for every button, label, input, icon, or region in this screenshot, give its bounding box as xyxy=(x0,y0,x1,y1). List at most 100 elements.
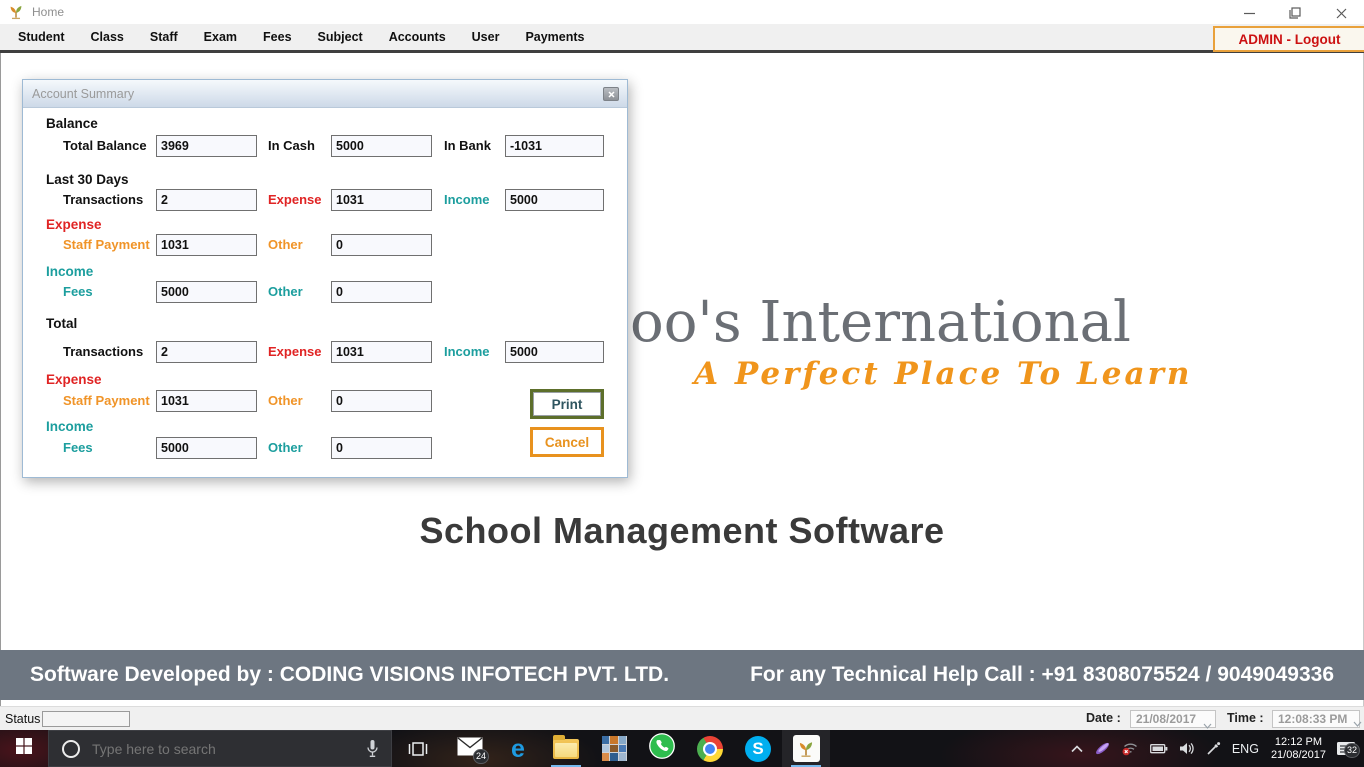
window-title: Home xyxy=(32,5,65,19)
last30-income-label: Income xyxy=(444,192,490,207)
in-bank-input[interactable] xyxy=(505,135,604,157)
windows-logo-icon xyxy=(16,738,32,759)
clock-time: 12:12 PM xyxy=(1274,735,1323,748)
dialog-title: Account Summary xyxy=(32,87,135,101)
mail-badge: 24 xyxy=(472,749,489,764)
task-view-icon[interactable] xyxy=(398,730,438,767)
pen-icon[interactable] xyxy=(1206,741,1221,756)
last30-income-input[interactable] xyxy=(505,189,604,211)
print-button[interactable]: Print xyxy=(530,389,604,419)
photos-icon xyxy=(601,736,627,761)
whatsapp-app[interactable] xyxy=(638,730,686,767)
menu-user[interactable]: User xyxy=(472,30,500,44)
in-cash-input[interactable] xyxy=(331,135,432,157)
in-cash-label: In Cash xyxy=(268,138,315,153)
maximize-icon[interactable] xyxy=(1272,0,1318,26)
window-titlebar[interactable]: Home xyxy=(0,0,1364,24)
app-logo-icon xyxy=(8,4,24,20)
windows-taskbar: 24 e xyxy=(0,730,1364,767)
language-indicator[interactable]: ENG xyxy=(1232,742,1259,756)
total-income-input[interactable] xyxy=(505,341,604,363)
total-expense-label: Expense xyxy=(268,344,322,359)
volume-icon[interactable] xyxy=(1179,742,1195,755)
footer-banner: Software Developed by : CODING VISIONS I… xyxy=(0,650,1364,700)
cancel-button[interactable]: Cancel xyxy=(530,427,604,457)
menu-class[interactable]: Class xyxy=(91,30,124,44)
total-transactions-input[interactable] xyxy=(156,341,257,363)
window-controls xyxy=(1226,0,1364,26)
network-disconnected-icon[interactable] xyxy=(1122,741,1139,756)
menu-staff[interactable]: Staff xyxy=(150,30,178,44)
taskbar-clock[interactable]: 12:12 PM 21/08/2017 xyxy=(1271,736,1326,762)
status-bar: Status Date : 21/08/2017 Time : 12:08:33… xyxy=(0,706,1364,730)
whatsapp-icon xyxy=(649,733,675,764)
time-label: Time : xyxy=(1227,711,1264,725)
total-income-other-label: Other xyxy=(268,440,303,455)
search-input[interactable] xyxy=(90,739,330,758)
total-staff-payment-label: Staff Payment xyxy=(63,393,150,408)
folder-icon xyxy=(553,734,579,759)
admin-logout-button[interactable]: ADMIN - Logout xyxy=(1213,26,1364,52)
edge-icon: e xyxy=(511,734,525,763)
in-bank-label: In Bank xyxy=(444,138,491,153)
menu-subject[interactable]: Subject xyxy=(318,30,363,44)
technical-help: For any Technical Help Call : +91 830807… xyxy=(750,663,1334,686)
dialog-titlebar[interactable]: Account Summary xyxy=(23,80,627,108)
total-balance-label: Total Balance xyxy=(63,138,147,153)
tray-expand-chevron-icon[interactable] xyxy=(1071,744,1083,753)
date-value: 21/08/2017 xyxy=(1136,712,1197,726)
last30-transactions-input[interactable] xyxy=(156,189,257,211)
last30-expense-input[interactable] xyxy=(331,189,432,211)
menu-student[interactable]: Student xyxy=(18,30,65,44)
last30-expense-label: Expense xyxy=(268,192,322,207)
date-label: Date : xyxy=(1086,711,1121,725)
application-window: Home Student Class Staff Exam Fees Subje… xyxy=(0,0,1364,767)
taskbar-search[interactable] xyxy=(48,730,392,767)
dialog-close-icon[interactable] xyxy=(603,87,619,101)
school-software-app[interactable] xyxy=(782,730,830,767)
microphone-icon[interactable] xyxy=(366,739,379,758)
total-staff-payment-input[interactable] xyxy=(156,390,257,412)
photos-app[interactable] xyxy=(590,730,638,767)
last30-staff-payment-input[interactable] xyxy=(156,234,257,256)
chrome-app[interactable] xyxy=(686,730,734,767)
file-explorer-app[interactable] xyxy=(542,730,590,767)
total-expense-input[interactable] xyxy=(331,341,432,363)
last30-expense-heading: Expense xyxy=(46,217,102,232)
last30-income-other-input[interactable] xyxy=(331,281,432,303)
total-income-other-input[interactable] xyxy=(331,437,432,459)
minimize-icon[interactable] xyxy=(1226,0,1272,26)
status-label: Status xyxy=(5,712,41,726)
close-icon[interactable] xyxy=(1318,0,1364,26)
mail-app[interactable]: 24 xyxy=(446,730,494,767)
last30-income-heading: Income xyxy=(46,264,94,279)
total-expense-other-input[interactable] xyxy=(331,390,432,412)
total-balance-input[interactable] xyxy=(156,135,257,157)
menu-accounts[interactable]: Accounts xyxy=(389,30,446,44)
start-button[interactable] xyxy=(0,730,48,767)
last30-expense-other-input[interactable] xyxy=(331,234,432,256)
total-fees-input[interactable] xyxy=(156,437,257,459)
total-expense-heading: Expense xyxy=(46,372,102,387)
action-center-icon[interactable]: 32 xyxy=(1336,740,1360,758)
total-income-label: Income xyxy=(444,344,490,359)
menu-bar: Student Class Staff Exam Fees Subject Ac… xyxy=(0,24,1364,53)
last30-staff-payment-label: Staff Payment xyxy=(63,237,150,252)
time-picker[interactable]: 12:08:33 PM xyxy=(1272,710,1360,728)
menu-payments[interactable]: Payments xyxy=(525,30,584,44)
total-expense-other-label: Other xyxy=(268,393,303,408)
tray-feather-icon[interactable] xyxy=(1094,740,1111,757)
battery-icon[interactable] xyxy=(1149,743,1168,754)
date-picker[interactable]: 21/08/2017 xyxy=(1130,710,1216,729)
menu-fees[interactable]: Fees xyxy=(263,30,292,44)
last30-fees-input[interactable] xyxy=(156,281,257,303)
last30-expense-other-label: Other xyxy=(268,237,303,252)
taskbar-apps: 24 e S xyxy=(446,730,830,767)
skype-app[interactable]: S xyxy=(734,730,782,767)
edge-app[interactable]: e xyxy=(494,730,542,767)
total-income-heading: Income xyxy=(46,419,94,434)
system-tray: ENG 12:12 PM 21/08/2017 32 xyxy=(1071,730,1364,767)
chevron-down-icon[interactable] xyxy=(1353,716,1362,730)
last30-fees-label: Fees xyxy=(63,284,93,299)
menu-exam[interactable]: Exam xyxy=(204,30,237,44)
